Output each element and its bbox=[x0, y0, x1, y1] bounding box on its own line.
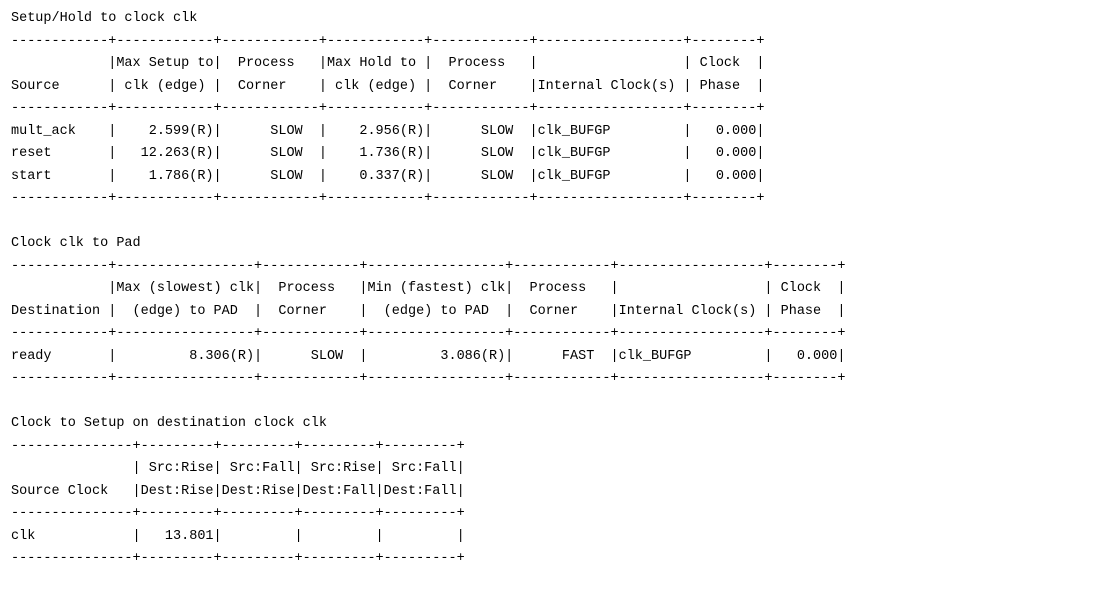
table-border: ------------+------------+------------+-… bbox=[11, 33, 765, 49]
table-row: ready | 8.306(R)| SLOW | 3.086(R)| FAST … bbox=[11, 348, 846, 364]
table-header-row: |Max Setup to| Process |Max Hold to | Pr… bbox=[11, 56, 765, 71]
table-border: ------------+-----------------+---------… bbox=[11, 258, 846, 274]
section-title: Clock clk to Pad bbox=[11, 236, 141, 251]
clock-to-setup-section: Clock to Setup on destination clock clk … bbox=[11, 413, 1111, 571]
section-title: Setup/Hold to clock clk bbox=[11, 11, 198, 26]
table-row: mult_ack | 2.599(R)| SLOW | 2.956(R)| SL… bbox=[11, 123, 765, 139]
timing-report: Setup/Hold to clock clk ------------+---… bbox=[11, 8, 1111, 571]
section-title: Clock to Setup on destination clock clk bbox=[11, 416, 327, 431]
clock-to-pad-section: Clock clk to Pad ------------+----------… bbox=[11, 233, 1111, 391]
table-border: ------------+-----------------+---------… bbox=[11, 371, 846, 386]
table-row: start | 1.786(R)| SLOW | 0.337(R)| SLOW … bbox=[11, 168, 765, 184]
table-header-row: | Src:Rise| Src:Fall| Src:Rise| Src:Fall… bbox=[11, 461, 465, 476]
table-row: clk | 13.801| | | | bbox=[11, 528, 465, 544]
table-border: ------------+-----------------+---------… bbox=[11, 326, 846, 341]
spacer bbox=[11, 391, 1111, 414]
spacer bbox=[11, 211, 1111, 234]
table-header-row: |Max (slowest) clk| Process |Min (fastes… bbox=[11, 281, 846, 296]
table-border: ---------------+---------+---------+----… bbox=[11, 551, 465, 566]
setup-hold-section: Setup/Hold to clock clk ------------+---… bbox=[11, 8, 1111, 211]
table-row: reset | 12.263(R)| SLOW | 1.736(R)| SLOW… bbox=[11, 146, 765, 161]
table-border: ---------------+---------+---------+----… bbox=[11, 506, 465, 521]
table-header-row: Source | clk (edge) | Corner | clk (edge… bbox=[11, 78, 765, 94]
table-border: ---------------+---------+---------+----… bbox=[11, 438, 465, 454]
table-border: ------------+------------+------------+-… bbox=[11, 101, 765, 116]
table-header-row: Source Clock |Dest:Rise|Dest:Rise|Dest:F… bbox=[11, 483, 465, 499]
table-border: ------------+------------+------------+-… bbox=[11, 191, 765, 206]
table-header-row: Destination | (edge) to PAD | Corner | (… bbox=[11, 303, 846, 319]
